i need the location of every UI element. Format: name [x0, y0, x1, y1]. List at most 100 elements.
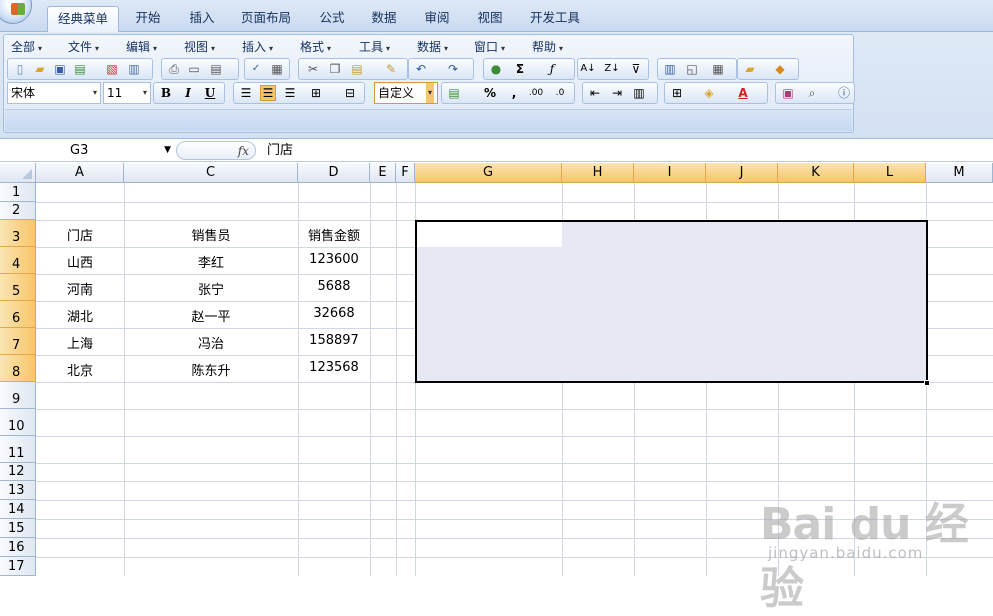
- undo-icon[interactable]: ↶: [413, 61, 429, 77]
- new-document-icon[interactable]: ▯: [12, 61, 28, 77]
- row-header-15[interactable]: 15: [0, 519, 36, 538]
- cell-c3[interactable]: 销售员: [124, 225, 298, 244]
- cell-a7[interactable]: 上海: [36, 333, 124, 352]
- cell-a6[interactable]: 湖北: [36, 306, 124, 325]
- wrap-text-icon[interactable]: ⊟: [342, 85, 358, 101]
- office-button[interactable]: [0, 0, 32, 24]
- shapes-icon[interactable]: ◱: [684, 61, 700, 77]
- menu-edit[interactable]: 编辑 ▾: [126, 38, 157, 55]
- comma-icon[interactable]: ,: [506, 85, 522, 101]
- align-right-icon[interactable]: ☰: [282, 85, 298, 101]
- sort-descending-icon[interactable]: Z↓: [604, 61, 620, 77]
- row-header-16[interactable]: 16: [0, 538, 36, 557]
- row-header-1[interactable]: 1: [0, 183, 36, 202]
- column-header-e[interactable]: E: [370, 163, 396, 183]
- cell-a8[interactable]: 北京: [36, 360, 124, 379]
- tab-developer[interactable]: 开发工具: [524, 6, 586, 32]
- row-header-2[interactable]: 2: [0, 202, 36, 220]
- tab-review[interactable]: 审阅: [415, 6, 459, 32]
- menu-window[interactable]: 窗口 ▾: [474, 38, 505, 55]
- copy-format-icon[interactable]: ▤: [208, 61, 224, 77]
- font-size-select[interactable]: 11 ▾: [103, 82, 151, 104]
- clipboard-paste-icon[interactable]: ▣: [780, 85, 796, 101]
- menu-format[interactable]: 格式 ▾: [300, 38, 331, 55]
- save-as-icon[interactable]: ▤: [72, 61, 88, 77]
- column-header-i[interactable]: I: [634, 163, 706, 183]
- row-header-3[interactable]: 3: [0, 220, 36, 247]
- increase-indent-icon[interactable]: ⇥: [609, 85, 625, 101]
- font-name-select[interactable]: 宋体 ▾: [7, 82, 101, 104]
- cell-d7[interactable]: 158897: [298, 333, 370, 348]
- chart-icon[interactable]: ▥: [662, 61, 678, 77]
- row-header-12[interactable]: 12: [0, 463, 36, 481]
- borders-icon[interactable]: ⊞: [669, 85, 685, 101]
- cell-c7[interactable]: 冯治: [124, 333, 298, 352]
- row-header-10[interactable]: 10: [0, 409, 36, 436]
- tab-page-layout[interactable]: 页面布局: [236, 6, 296, 32]
- spelling-icon[interactable]: ✓: [248, 61, 264, 77]
- menu-insert[interactable]: 插入 ▾: [242, 38, 273, 55]
- name-box[interactable]: G3 ▼: [1, 141, 173, 160]
- row-header-13[interactable]: 13: [0, 481, 36, 500]
- find-icon[interactable]: ⌕: [804, 85, 820, 101]
- cell-a3[interactable]: 门店: [36, 225, 124, 244]
- underline-button[interactable]: U: [201, 85, 219, 101]
- italic-button[interactable]: I: [179, 85, 197, 101]
- tab-home[interactable]: 开始: [126, 6, 170, 32]
- cell-d5[interactable]: 5688: [298, 279, 370, 294]
- active-cell[interactable]: [417, 222, 562, 247]
- column-header-l[interactable]: L: [854, 163, 926, 183]
- row-header-14[interactable]: 14: [0, 500, 36, 519]
- print-icon[interactable]: ⎙: [166, 61, 182, 77]
- number-format-select[interactable]: 自定义 ▾: [374, 82, 438, 104]
- fill-handle[interactable]: [924, 380, 930, 386]
- help-icon[interactable]: ⓘ: [836, 85, 852, 101]
- function-wizard[interactable]: fx: [176, 141, 256, 160]
- redo-icon[interactable]: ↷: [445, 61, 461, 77]
- permission-icon[interactable]: ▥: [126, 61, 142, 77]
- research-icon[interactable]: ▦: [269, 61, 285, 77]
- autosum-icon[interactable]: Σ: [512, 61, 528, 77]
- hyperlink-icon[interactable]: ●: [488, 61, 504, 77]
- filter-icon[interactable]: ⊽: [628, 61, 644, 77]
- cell-a4[interactable]: 山西: [36, 252, 124, 271]
- paste-icon[interactable]: ▤: [349, 61, 365, 77]
- align-center-icon[interactable]: ☰: [260, 85, 276, 101]
- folder-icon[interactable]: ▰: [742, 61, 758, 77]
- formula-input[interactable]: 门店: [267, 141, 293, 160]
- row-header-6[interactable]: 6: [0, 301, 36, 328]
- row-header-5[interactable]: 5: [0, 274, 36, 301]
- row-header-9[interactable]: 9: [0, 382, 36, 409]
- cell-c4[interactable]: 李红: [124, 252, 298, 271]
- menu-tools[interactable]: 工具 ▾: [359, 38, 390, 55]
- percent-icon[interactable]: %: [482, 85, 498, 101]
- row-header-7[interactable]: 7: [0, 328, 36, 355]
- column-header-f[interactable]: F: [396, 163, 415, 183]
- column-header-m[interactable]: M: [926, 163, 993, 183]
- print-preview-icon[interactable]: ▭: [186, 61, 202, 77]
- font-color-icon[interactable]: A: [735, 85, 751, 101]
- function-icon[interactable]: ƒ: [544, 61, 560, 77]
- row-header-8[interactable]: 8: [0, 355, 36, 382]
- copy-icon[interactable]: ❐: [327, 61, 343, 77]
- merge-center-icon[interactable]: ⊞: [308, 85, 324, 101]
- cell-c5[interactable]: 张宁: [124, 279, 298, 298]
- pdf-icon[interactable]: ▧: [104, 61, 120, 77]
- align-left-icon[interactable]: ☰: [238, 85, 254, 101]
- bold-button[interactable]: B: [157, 85, 175, 101]
- cell-d8[interactable]: 123568: [298, 360, 370, 375]
- cell-d4[interactable]: 123600: [298, 252, 370, 267]
- tab-view[interactable]: 视图: [468, 6, 512, 32]
- diamond-icon[interactable]: ◆: [772, 61, 788, 77]
- cell-c6[interactable]: 赵一平: [124, 306, 298, 325]
- menu-data[interactable]: 数据 ▾: [417, 38, 448, 55]
- row-header-11[interactable]: 11: [0, 436, 36, 463]
- fill-color-icon[interactable]: ◈: [701, 85, 717, 101]
- row-header-4[interactable]: 4: [0, 247, 36, 274]
- currency-icon[interactable]: ▤: [446, 85, 462, 101]
- decrease-indent-icon[interactable]: ⇤: [587, 85, 603, 101]
- column-header-k[interactable]: K: [778, 163, 854, 183]
- cell-a5[interactable]: 河南: [36, 279, 124, 298]
- decrease-decimal-icon[interactable]: .0: [552, 85, 568, 101]
- format-painter-icon[interactable]: ✎: [383, 61, 399, 77]
